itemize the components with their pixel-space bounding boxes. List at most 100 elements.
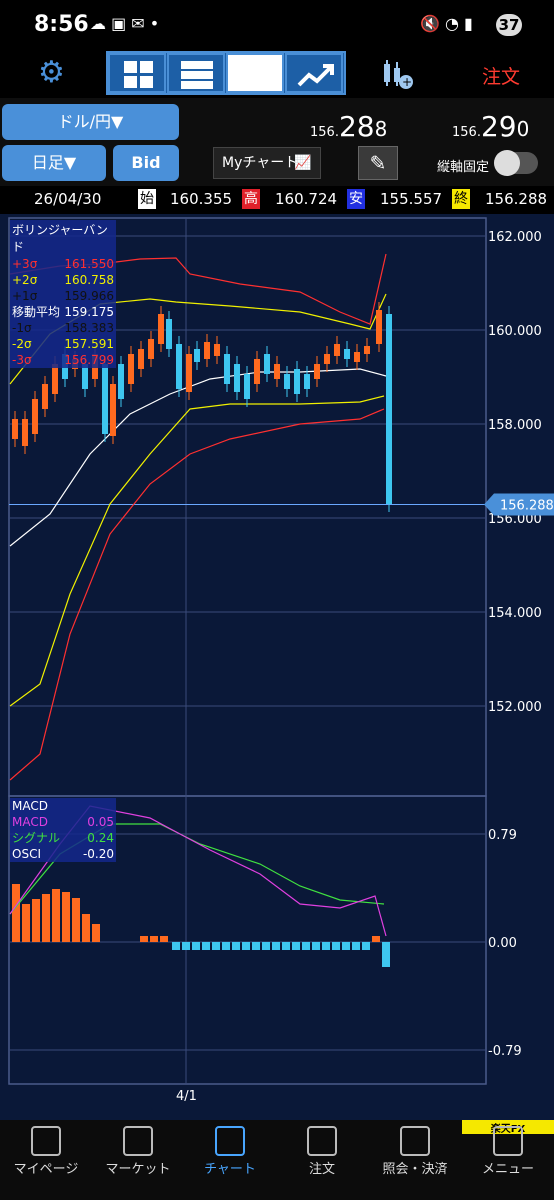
candle-body [32, 399, 38, 434]
nav-item[interactable]: 照会・決済 [369, 1158, 461, 1177]
macd-histogram-bar [62, 892, 70, 942]
candle-body [386, 314, 392, 504]
macd-histogram-bar [72, 898, 80, 942]
layout-single-button[interactable] [226, 53, 284, 93]
nav-item[interactable]: チャート [184, 1158, 276, 1177]
bollinger-row: -2σ 157.591 [10, 336, 116, 352]
layout-triple-button[interactable] [167, 53, 225, 93]
bollinger-row-label: +2σ [12, 273, 38, 287]
macd-histogram-bar [140, 936, 148, 942]
bollinger-legend: ボリンジャーバンド +3σ 161.550 +2σ 160.758 +1σ 159.966… [10, 220, 116, 368]
ask-price-prefix: 156. [452, 125, 481, 140]
svg-text:+: + [402, 75, 412, 89]
low-value: 155.557 [380, 190, 443, 208]
nav-item[interactable]: メニュー [462, 1158, 554, 1177]
macd-histogram-bar [272, 942, 280, 950]
price-tick-label: 154.000 [488, 606, 542, 621]
macd-histogram-bar [252, 942, 260, 950]
quad-grid-icon [124, 61, 153, 88]
bid-button[interactable]: Bid [113, 145, 179, 181]
macd-histogram-bar [160, 936, 168, 942]
candle-body [158, 314, 164, 344]
candle-body [224, 354, 230, 384]
macd-histogram-bar [242, 942, 250, 950]
macd-histogram-bar [222, 942, 230, 950]
bollinger-row: +1σ 159.966 [10, 288, 116, 304]
macd-histogram-bar [372, 936, 380, 942]
macd-tick-label: -0.79 [488, 1044, 522, 1059]
macd-histogram-bar [322, 942, 330, 950]
toggle-knob [494, 150, 520, 176]
candle-body [376, 310, 382, 344]
bollinger-row-label: -2σ [12, 337, 32, 351]
ask-price: 156.290 [452, 110, 529, 143]
bollinger-title: ボリンジャーバンド [12, 223, 108, 254]
candle-body [204, 342, 210, 359]
candle-body [102, 364, 108, 434]
bollinger-row: 移動平均 159.175 [10, 304, 116, 320]
price-tick-label: 160.000 [488, 324, 542, 339]
nav-item[interactable]: マイページ [0, 1158, 92, 1177]
bollinger-row-value: 157.591 [64, 337, 114, 351]
axis-fix-toggle[interactable] [494, 150, 538, 176]
add-indicator-icon[interactable]: + [381, 58, 415, 92]
candle-body [214, 344, 220, 356]
lower-2-sigma-line [9, 395, 385, 707]
macd-legend: MACD MACD 0.05 シグナル 0.24 OSCI -0.20 [10, 798, 116, 862]
bollinger-row-label: -3σ [12, 353, 32, 367]
macd-row-value: -0.20 [82, 847, 114, 861]
macd-title: MACD [12, 799, 48, 813]
order-icon [307, 1126, 337, 1156]
macd-histogram-bar [262, 942, 270, 950]
macd-histogram-bar [362, 942, 370, 950]
macd-histogram-bar [352, 942, 360, 950]
macd-row-label: MACD [12, 815, 48, 829]
bollinger-row: +2σ 160.758 [10, 272, 116, 288]
candle-body [364, 346, 370, 354]
ohlc-bar: 26/04/30 始 160.355 高 160.724 安 155.557 終… [0, 186, 554, 214]
macd-histogram-bar [32, 899, 40, 942]
candle-body [264, 354, 270, 374]
low-tag: 安 [347, 189, 365, 209]
nav-item[interactable]: マーケット [92, 1158, 184, 1177]
macd-tick-label: 0.00 [488, 936, 517, 951]
layout-quad-button[interactable] [108, 53, 166, 93]
draw-pencil-icon[interactable]: ✎ [358, 146, 398, 180]
ask-price-main: 29 [480, 110, 517, 143]
candle-body [334, 344, 340, 356]
macd-histogram-bar [292, 942, 300, 950]
bid-price: 156.288 [310, 110, 387, 143]
book-icon [31, 1126, 61, 1156]
order-button[interactable]: 注文 [482, 62, 520, 89]
candle-body [12, 419, 18, 439]
candle-body [244, 374, 250, 399]
nav-item[interactable]: 注文 [276, 1158, 368, 1177]
macd-histogram-bar [332, 942, 340, 950]
macd-row-value: 0.24 [87, 831, 114, 845]
lower-3-sigma-line [9, 408, 385, 781]
high-tag: 高 [242, 189, 260, 209]
macd-histogram-bar [342, 942, 350, 950]
candlestick-icon [215, 1126, 245, 1156]
price-tick-label: 158.000 [488, 418, 542, 433]
currency-pair-select[interactable]: ドル/円▼ [2, 104, 179, 140]
candle-body [166, 319, 172, 349]
bollinger-row-value: 160.758 [64, 273, 114, 287]
period-select[interactable]: 日足▼ [2, 145, 106, 181]
bollinger-row-value: 158.383 [64, 321, 114, 335]
battery-badge: 37 [496, 14, 522, 36]
ask-price-suffix: 0 [516, 117, 530, 141]
macd-tick-label: 0.79 [488, 828, 517, 843]
candle-body [294, 369, 300, 394]
bollinger-row-value: 159.966 [64, 289, 114, 303]
candle-body [186, 354, 192, 392]
moving-average-line [9, 368, 387, 547]
price-tick-label: 152.000 [488, 700, 542, 715]
mychart-button[interactable]: Myチャート 📈 [213, 147, 321, 179]
macd-histogram-bar [302, 942, 310, 950]
candle-body [314, 364, 320, 379]
status-time: 8:56 [34, 12, 89, 37]
settings-gear-icon[interactable]: ⚙ [38, 58, 68, 88]
macd-histogram-bar [92, 924, 100, 942]
layout-trend-button[interactable] [285, 53, 343, 93]
